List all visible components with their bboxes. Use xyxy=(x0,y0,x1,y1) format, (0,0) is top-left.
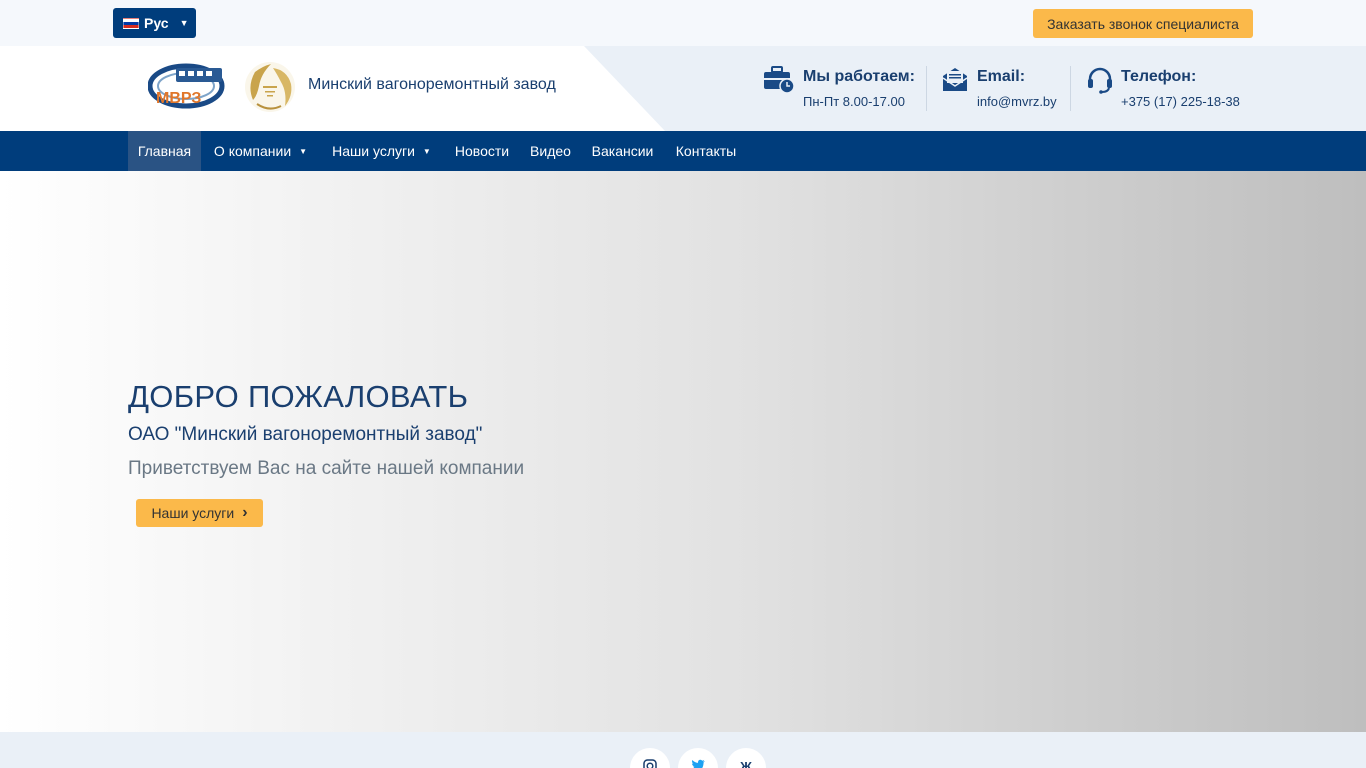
award-medal-icon xyxy=(245,62,295,112)
instagram-icon xyxy=(643,759,657,768)
hero-banner: ДОБРО ПОЖАЛОВАТЬ ОАО "Минский вагоноремо… xyxy=(0,171,1366,732)
hero-subtitle: ОАО "Минский вагоноремонтный завод" xyxy=(128,424,483,445)
chevron-right-icon: › xyxy=(242,504,248,521)
working-hours-value: Пн-Пт 8.00-17.00 xyxy=(803,94,905,109)
hero-text: Приветствуем Вас на сайте нашей компании xyxy=(128,458,525,479)
twitter-link[interactable] xyxy=(678,748,718,768)
email-block: Email: info@mvrz.by xyxy=(941,66,1066,112)
email-title: Email: xyxy=(977,68,1026,85)
twitter-icon xyxy=(691,759,705,768)
nav-item-services[interactable]: Наши услуги ▼ xyxy=(320,131,443,171)
working-hours-title: Мы работаем: xyxy=(803,68,915,85)
nav-item-about[interactable]: О компании ▼ xyxy=(201,131,320,171)
top-bar: Рус ▼ Заказать звонок специалиста xyxy=(0,0,1366,46)
caret-down-icon: ▼ xyxy=(422,146,431,156)
vk-icon: Ж xyxy=(740,759,752,768)
svg-text:МВРЗ: МВРЗ xyxy=(156,90,201,107)
briefcase-clock-icon xyxy=(764,66,795,94)
main-navigation: Главная О компании ▼ Наши услуги ▼ Новос… xyxy=(0,131,1366,171)
nav-item-contacts[interactable]: Контакты xyxy=(664,131,748,171)
nav-item-label: Наши услуги xyxy=(332,143,415,159)
nav-item-label: Главная xyxy=(137,143,192,159)
header: МВРЗ Минский вагоноремонтный завод Мы ра… xyxy=(0,46,1366,131)
nav-item-vacancies[interactable]: Вакансии xyxy=(581,131,664,171)
our-services-label: Наши услуги xyxy=(151,505,235,521)
mvrz-logo-icon[interactable]: МВРЗ xyxy=(148,58,226,114)
nav-item-home[interactable]: Главная xyxy=(128,131,201,171)
nav-item-video[interactable]: Видео xyxy=(520,131,581,171)
nav-item-label: Видео xyxy=(530,143,571,159)
company-name: Минский вагоноремонтный завод xyxy=(308,76,556,93)
order-callback-button[interactable]: Заказать звонок специалиста xyxy=(1033,9,1253,38)
our-services-button[interactable]: Наши услуги › xyxy=(136,499,263,527)
phone-title: Телефон: xyxy=(1121,68,1197,85)
hero-title: ДОБРО ПОЖАЛОВАТЬ xyxy=(128,379,469,414)
russia-flag-icon xyxy=(123,17,139,29)
nav-item-label: Вакансии xyxy=(591,143,654,159)
footer-social-bar: Ж xyxy=(0,732,1366,768)
phone-link[interactable]: +375 (17) 225-18-38 xyxy=(1121,94,1240,109)
nav-item-label: О компании xyxy=(213,143,292,159)
language-label: Рус xyxy=(144,15,169,31)
header-divider xyxy=(1070,66,1071,111)
instagram-link[interactable] xyxy=(630,748,670,768)
caret-down-icon: ▼ xyxy=(179,18,189,28)
headset-icon xyxy=(1088,67,1112,94)
working-hours-block: Мы работаем: Пн-Пт 8.00-17.00 xyxy=(763,66,923,112)
language-selector[interactable]: Рус ▼ xyxy=(113,8,196,38)
email-link[interactable]: info@mvrz.by xyxy=(977,94,1057,109)
nav-item-label: Контакты xyxy=(675,143,737,159)
vk-link[interactable]: Ж xyxy=(726,748,766,768)
envelope-icon xyxy=(942,68,968,91)
nav-item-news[interactable]: Новости xyxy=(444,131,520,171)
caret-down-icon: ▼ xyxy=(299,146,308,156)
header-divider xyxy=(926,66,927,111)
nav-item-label: Новости xyxy=(454,143,510,159)
phone-block: Телефон: +375 (17) 225-18-38 xyxy=(1086,66,1246,112)
